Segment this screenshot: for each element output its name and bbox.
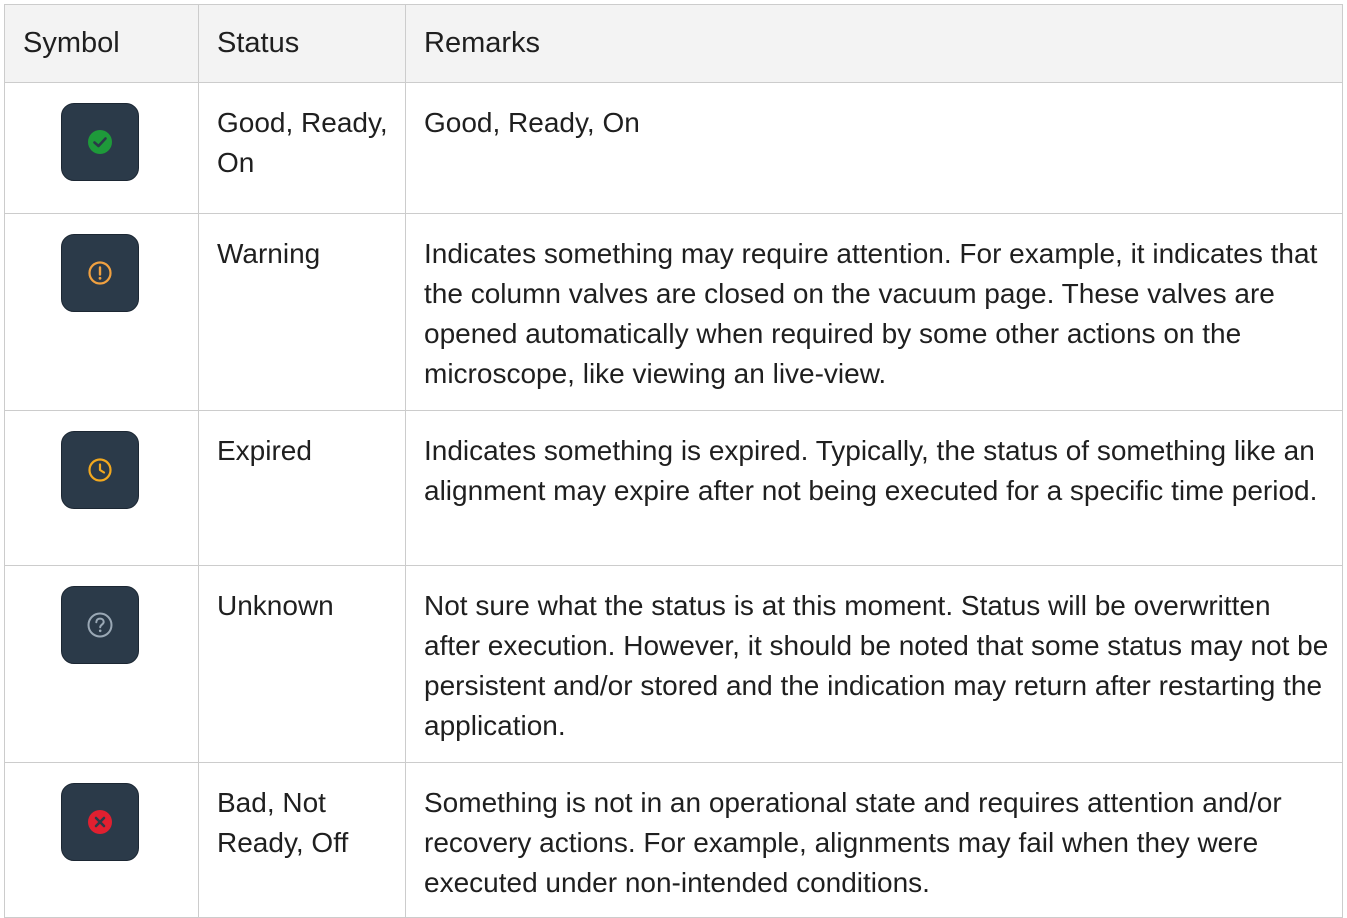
symbol-cell bbox=[4, 410, 199, 566]
header-symbol: Symbol bbox=[4, 4, 199, 83]
status-icon-tile bbox=[61, 431, 139, 509]
status-cell: Expired bbox=[198, 410, 406, 566]
status-table: Symbol Status Remarks Good, Ready, On Go… bbox=[4, 4, 1343, 918]
x-circle-icon bbox=[88, 810, 112, 834]
symbol-cell bbox=[4, 82, 199, 214]
check-circle-icon bbox=[88, 130, 112, 154]
symbol-cell bbox=[4, 213, 199, 411]
remarks-cell: Indicates something may require attentio… bbox=[405, 213, 1343, 411]
symbol-cell bbox=[4, 565, 199, 763]
remarks-cell: Not sure what the status is at this mome… bbox=[405, 565, 1343, 763]
table-row-unknown: Unknown Not sure what the status is at t… bbox=[4, 565, 1343, 763]
status-cell: Unknown bbox=[198, 565, 406, 763]
question-circle-icon bbox=[87, 612, 113, 638]
table-row-warning: Warning Indicates something may require … bbox=[4, 213, 1343, 411]
status-cell: Bad, Not Ready, Off bbox=[198, 762, 406, 918]
table-row-good: Good, Ready, On Good, Ready, On bbox=[4, 82, 1343, 214]
clock-icon bbox=[88, 458, 112, 482]
table-header-row: Symbol Status Remarks bbox=[4, 4, 1343, 83]
symbol-cell bbox=[4, 762, 199, 918]
status-icon-tile bbox=[61, 234, 139, 312]
remarks-cell: Good, Ready, On bbox=[405, 82, 1343, 214]
status-icon-tile bbox=[61, 783, 139, 861]
remarks-cell: Indicates something is expired. Typicall… bbox=[405, 410, 1343, 566]
table-row-bad: Bad, Not Ready, Off Something is not in … bbox=[4, 762, 1343, 918]
status-icon-tile bbox=[61, 586, 139, 664]
header-remarks: Remarks bbox=[405, 4, 1343, 83]
remarks-cell: Something is not in an operational state… bbox=[405, 762, 1343, 918]
status-icon-tile bbox=[61, 103, 139, 181]
table-row-expired: Expired Indicates something is expired. … bbox=[4, 410, 1343, 566]
header-status: Status bbox=[198, 4, 406, 83]
status-cell: Good, Ready, On bbox=[198, 82, 406, 214]
status-cell: Warning bbox=[198, 213, 406, 411]
exclamation-circle-icon bbox=[88, 261, 112, 285]
